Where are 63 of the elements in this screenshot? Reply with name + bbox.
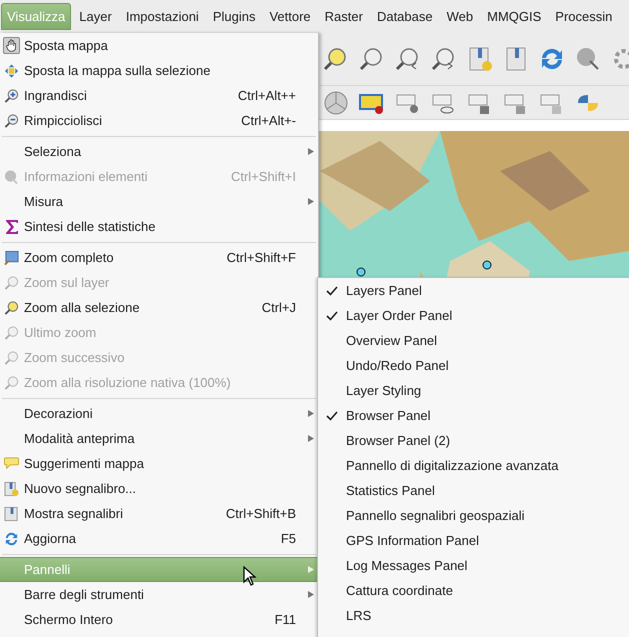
zoom-full-icon bbox=[4, 250, 19, 266]
submenu-arrow-icon bbox=[308, 435, 314, 442]
refresh-icon bbox=[4, 530, 19, 546]
submenu-item[interactable]: Layer Order Panel bbox=[318, 303, 629, 328]
submenu-arrow-icon bbox=[308, 148, 314, 155]
menu-item[interactable]: Seleziona bbox=[0, 139, 318, 164]
menu-item[interactable]: Rimpicciolisci Ctrl+Alt+- bbox=[0, 108, 318, 133]
pie-icon[interactable] bbox=[322, 88, 350, 116]
menu-bar-item[interactable]: MMQGIS bbox=[481, 3, 548, 30]
menu-bar-item[interactable]: Raster bbox=[318, 3, 369, 30]
menu-item[interactable]: Sposta mappa bbox=[0, 33, 318, 58]
menu-bar-item[interactable]: Web bbox=[440, 3, 480, 30]
mouse-cursor-icon bbox=[243, 566, 257, 586]
bookmark-icon bbox=[4, 506, 19, 522]
menu-bar-item[interactable]: Layer bbox=[73, 3, 118, 30]
arrows-icon bbox=[4, 62, 19, 78]
submenu-item[interactable]: Layer Styling bbox=[318, 378, 629, 403]
menu-bar-item[interactable]: Database bbox=[370, 3, 439, 30]
submenu-item[interactable]: Layers Panel bbox=[318, 278, 629, 303]
menu-item[interactable]: Schermo Intero F11 bbox=[0, 607, 318, 632]
menu-bar-item[interactable]: Plugins bbox=[206, 3, 262, 30]
sigma-icon bbox=[4, 218, 18, 234]
submenu-item[interactable]: Cattura coordinate bbox=[318, 578, 629, 603]
zoom-selection-icon bbox=[4, 300, 19, 316]
submenu-item[interactable]: Log Messages Panel bbox=[318, 553, 629, 578]
zoom-last-icon bbox=[4, 324, 19, 340]
menu-item[interactable]: Misura bbox=[0, 189, 318, 214]
submenu-item[interactable]: Pannello di digitalizzazione avanzata bbox=[318, 453, 629, 478]
submenu-arrow-icon bbox=[308, 566, 314, 573]
submenu-item[interactable]: Browser Panel (2) bbox=[318, 428, 629, 453]
submenu-item[interactable]: LRS bbox=[318, 603, 629, 628]
zoom-in-icon bbox=[4, 88, 19, 104]
menu-item[interactable]: Zoom alla selezione Ctrl+J bbox=[0, 295, 318, 320]
menu-item[interactable]: Decorazioni bbox=[0, 401, 318, 426]
hand-icon bbox=[4, 38, 19, 53]
submenu-item[interactable]: Browser Panel bbox=[318, 403, 629, 428]
speech-bubble-icon bbox=[4, 456, 19, 471]
zoom-out-icon bbox=[4, 112, 19, 128]
menu-item[interactable]: Sintesi delle statistiche bbox=[0, 214, 318, 239]
submenu-arrow-icon bbox=[308, 198, 314, 205]
zoom-native-icon bbox=[4, 374, 19, 390]
submenu-item[interactable]: GPS Information Panel bbox=[318, 528, 629, 553]
menu-bar-item[interactable]: Processin bbox=[549, 3, 618, 30]
submenu-item[interactable]: Undo/Redo Panel bbox=[318, 353, 629, 378]
menu-item[interactable]: Suggerimenti mappa bbox=[0, 451, 318, 476]
menu-item[interactable]: Zoom completo Ctrl+Shift+F bbox=[0, 245, 318, 270]
submenu-arrow-icon bbox=[308, 410, 314, 417]
menu-bar-item[interactable]: Impostazioni bbox=[120, 3, 205, 30]
menu-item[interactable]: Modalità anteprima bbox=[0, 426, 318, 451]
menu-item[interactable]: Barre degli strumenti bbox=[0, 582, 318, 607]
submenu-item[interactable]: Overview Panel bbox=[318, 328, 629, 353]
new-bookmark-icon bbox=[4, 480, 19, 496]
menu-item[interactable]: Sposta la mappa sulla selezione bbox=[0, 58, 318, 83]
menu-item[interactable]: Nuovo segnalibro... bbox=[0, 476, 318, 501]
menu-item[interactable]: Mostra segnalibri Ctrl+Shift+B bbox=[0, 501, 318, 526]
menu-item[interactable]: Ingrandisci Ctrl+Alt++ bbox=[0, 83, 318, 108]
menu-bar-item[interactable]: Vettore bbox=[263, 3, 317, 30]
zoom-next-icon bbox=[4, 350, 19, 366]
menu-item[interactable]: Aggiorna F5 bbox=[0, 526, 318, 551]
zoom-layer-icon bbox=[4, 274, 19, 290]
submenu-arrow-icon bbox=[308, 591, 314, 598]
submenu-item[interactable]: Pannello segnalibri geospaziali bbox=[318, 503, 629, 528]
submenu-item[interactable]: Statistics Panel bbox=[318, 478, 629, 503]
